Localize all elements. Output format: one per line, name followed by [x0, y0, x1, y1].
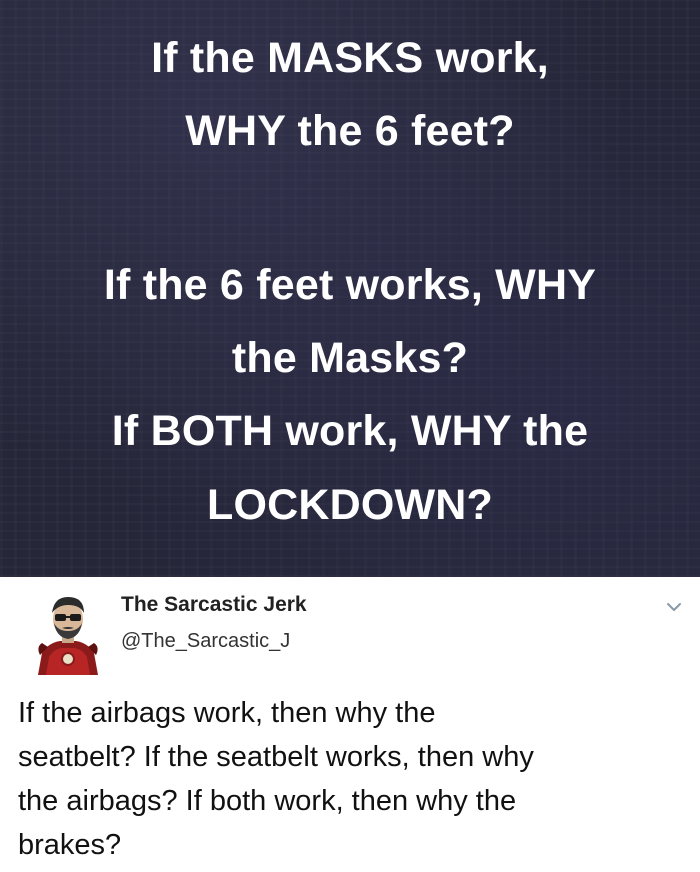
tweet-body-line-2: seatbelt? If the seatbelt works, then wh… — [18, 741, 534, 773]
chevron-down-icon[interactable] — [664, 597, 684, 617]
tweet-body-line-3: the airbags? If both work, then why the — [18, 785, 517, 817]
tweet-card: The Sarcastic Jerk @The_Sarcastic_J If t… — [0, 577, 700, 872]
tweet-body-line-4: brakes? — [18, 829, 122, 861]
meme-line-3: If the 6 feet works, WHY — [103, 261, 597, 309]
meme-line-5: If BOTH work, WHY the — [111, 407, 589, 455]
bearded-man-avatar-icon[interactable] — [32, 591, 104, 675]
meme-line-4: the Masks? — [231, 334, 469, 382]
meme-image: If the MASKS work, WHY the 6 feet? If th… — [0, 0, 700, 577]
author-handle[interactable]: @The_Sarcastic_J — [121, 630, 290, 653]
author-name[interactable]: The Sarcastic Jerk — [121, 593, 307, 617]
meme-line-2: WHY the 6 feet? — [185, 107, 515, 155]
meme-line-6: LOCKDOWN? — [206, 481, 494, 529]
meme-line-1: If the MASKS work, — [151, 34, 549, 82]
tweet-body-line-1: If the airbags work, then why the — [18, 697, 436, 729]
